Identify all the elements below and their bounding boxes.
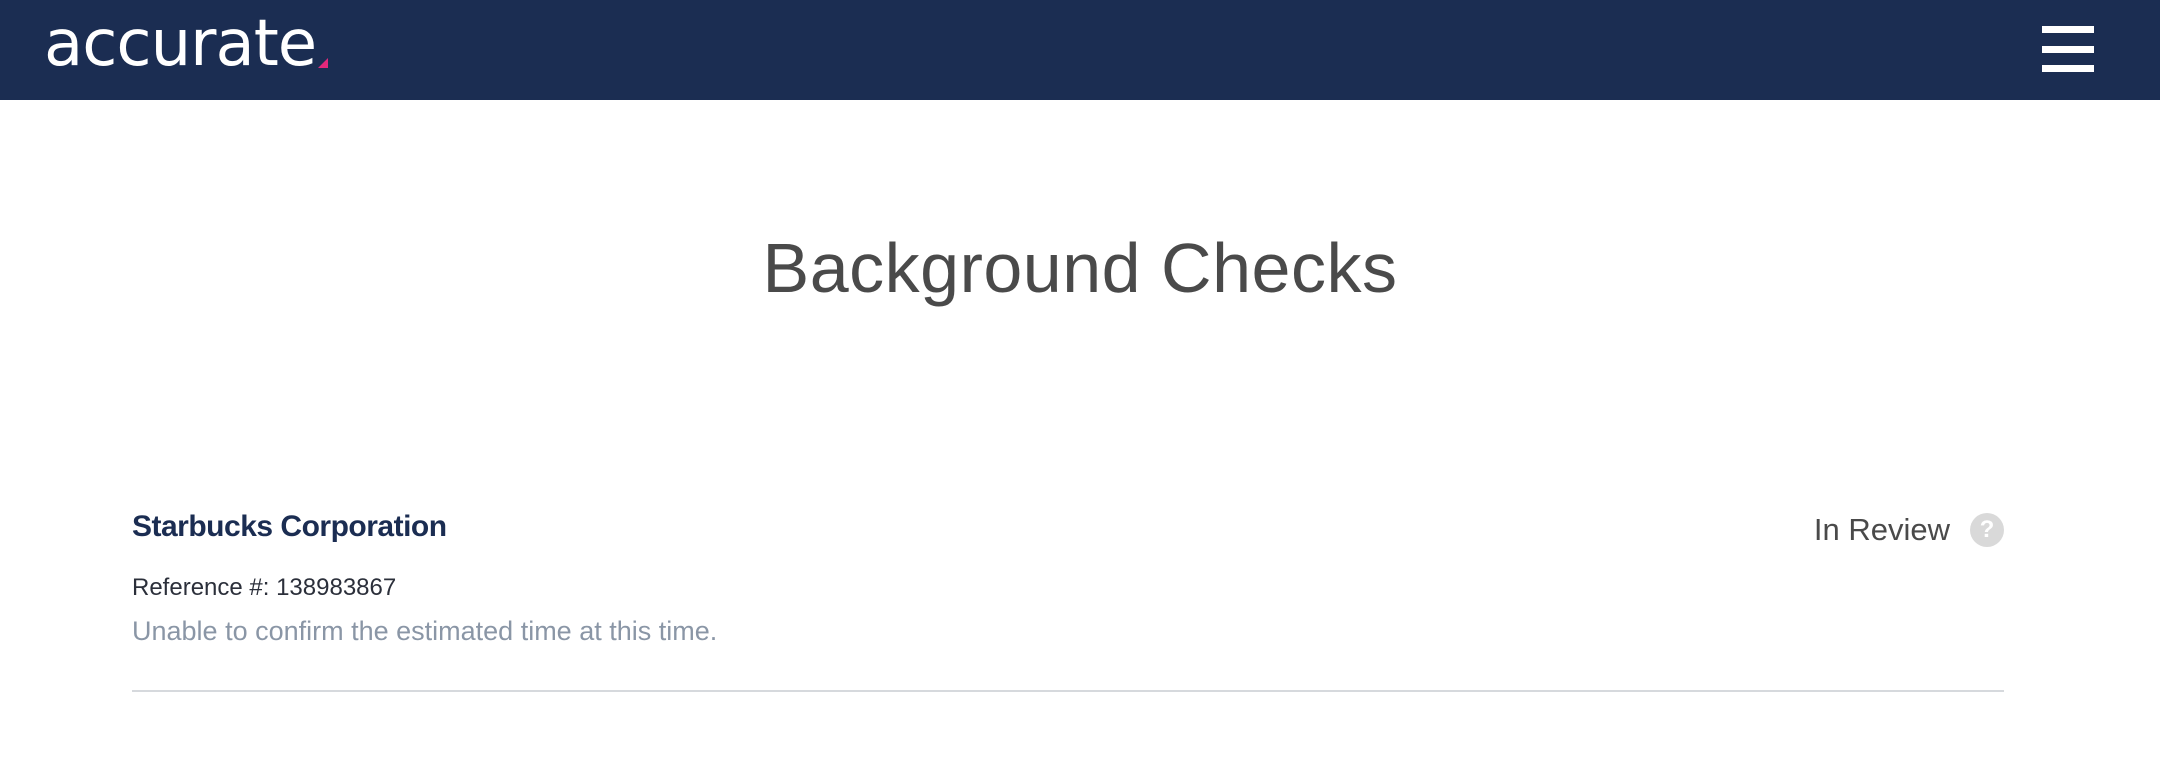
page-title: Background Checks	[762, 229, 1398, 307]
menu-line	[2042, 26, 2094, 33]
help-icon[interactable]: ?	[1970, 513, 2004, 547]
reference-number: Reference #: 138983867	[132, 574, 397, 601]
menu-line	[2042, 65, 2094, 72]
menu-line	[2042, 45, 2094, 53]
top-navigation-bar: accurate	[0, 0, 2160, 100]
logo-text: accurate	[44, 7, 317, 81]
accurate-logo[interactable]: accurate	[44, 4, 329, 84]
hamburger-menu-icon[interactable]	[2042, 26, 2094, 72]
status-text: In Review	[1813, 512, 1950, 547]
status-area: In Review ?	[1814, 512, 2004, 548]
background-check-item[interactable]: Starbucks Corporation Reference #: 13898…	[132, 504, 2004, 692]
estimated-time-text: Unable to confirm the estimated time at …	[132, 616, 718, 646]
company-name: Starbucks Corporation	[132, 510, 447, 543]
logo-accent-mark	[318, 58, 329, 68]
